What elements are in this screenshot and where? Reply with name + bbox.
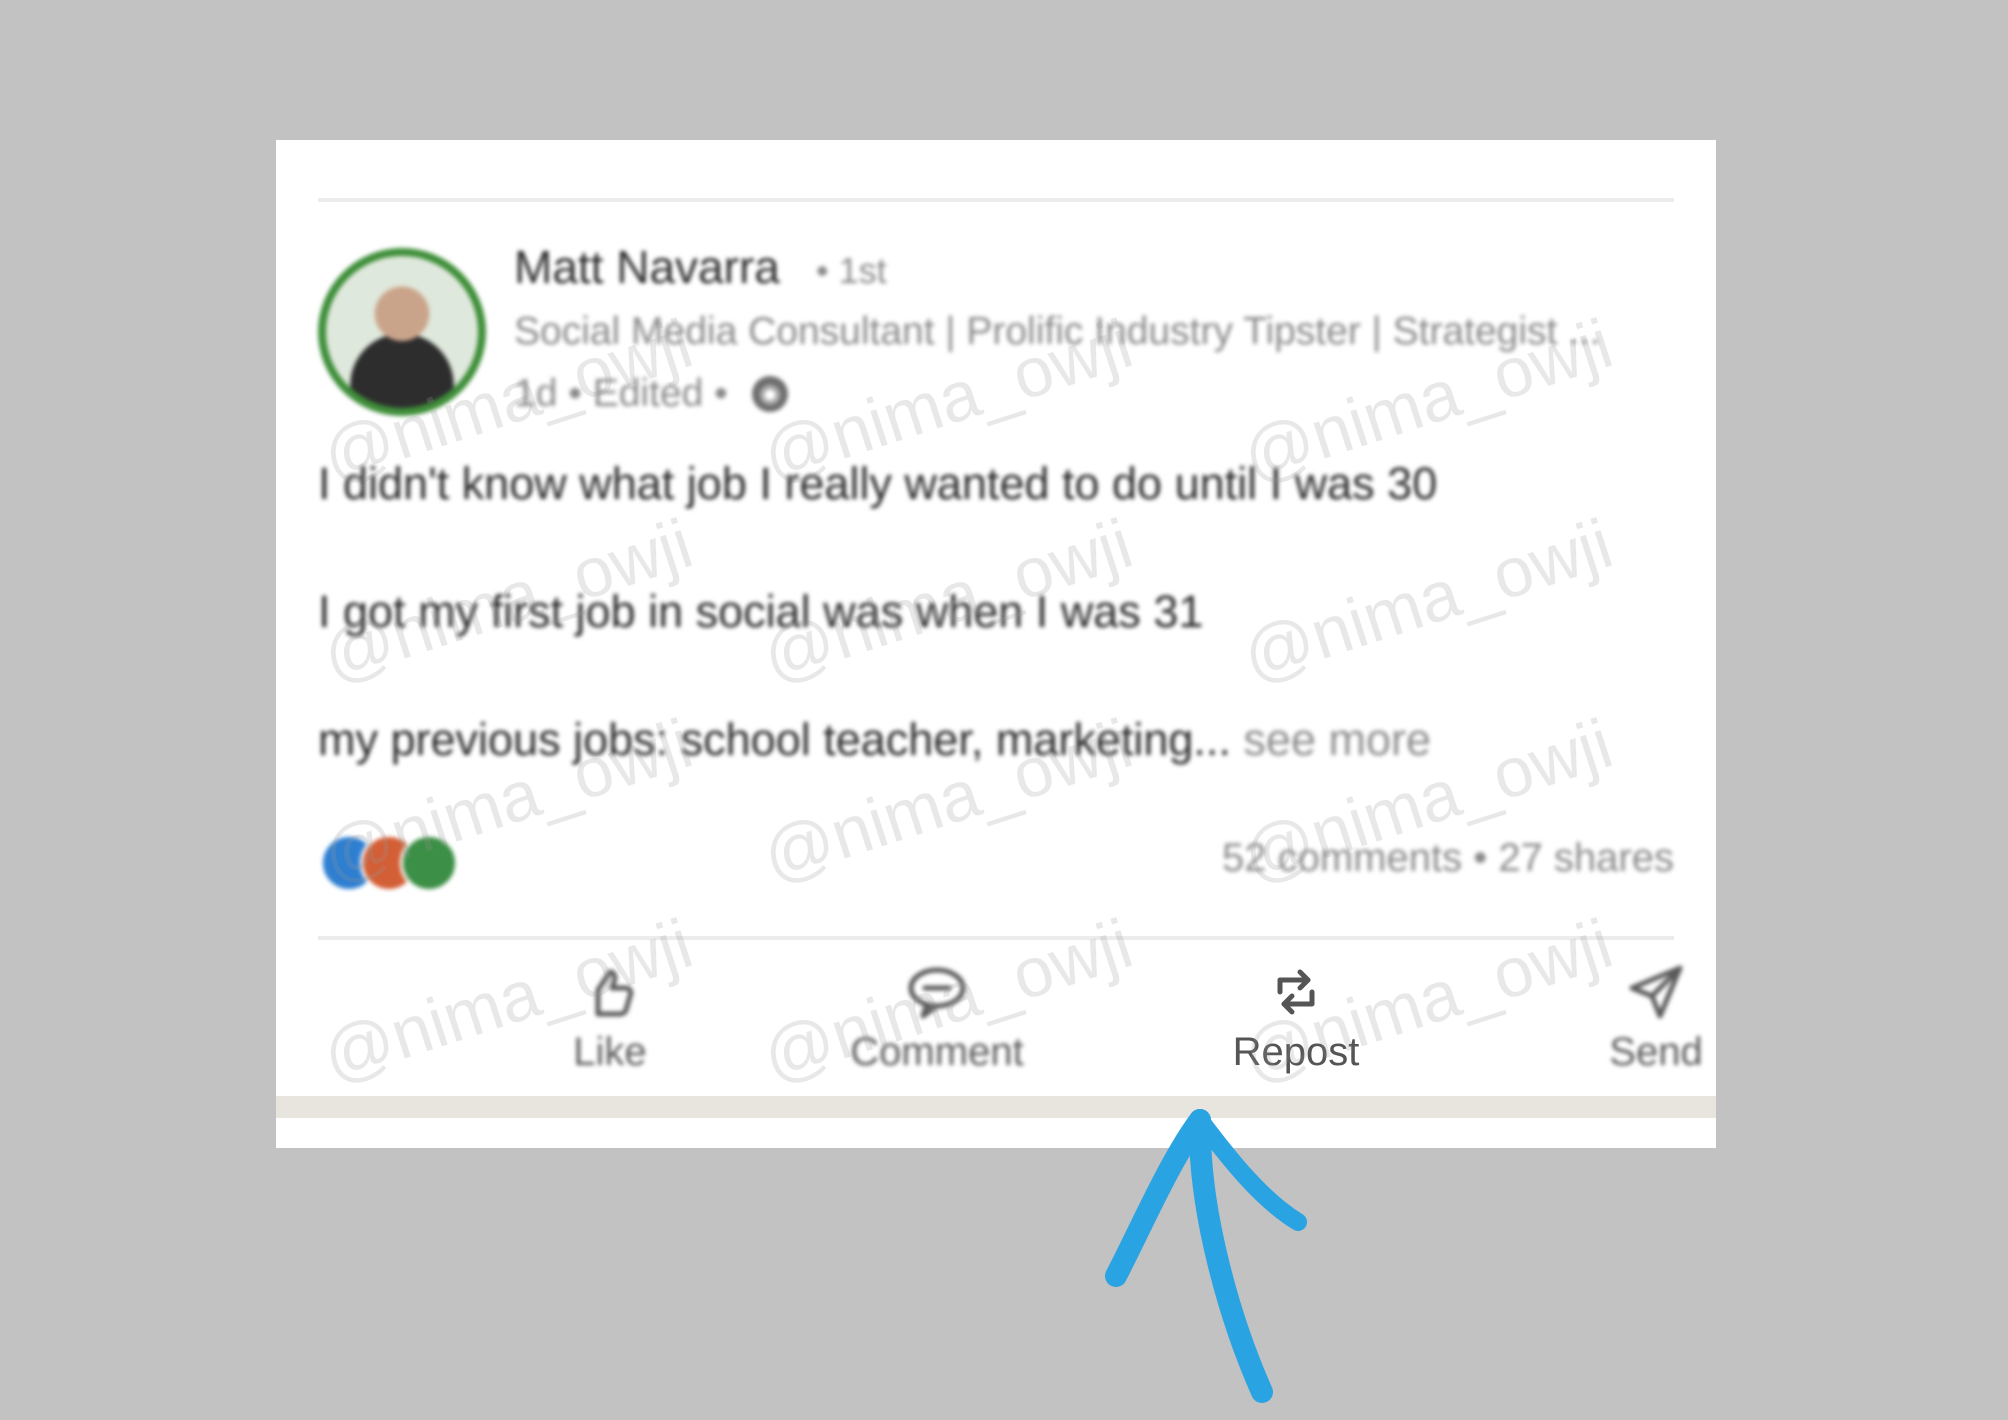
annotation-arrow	[1105, 1109, 1307, 1403]
